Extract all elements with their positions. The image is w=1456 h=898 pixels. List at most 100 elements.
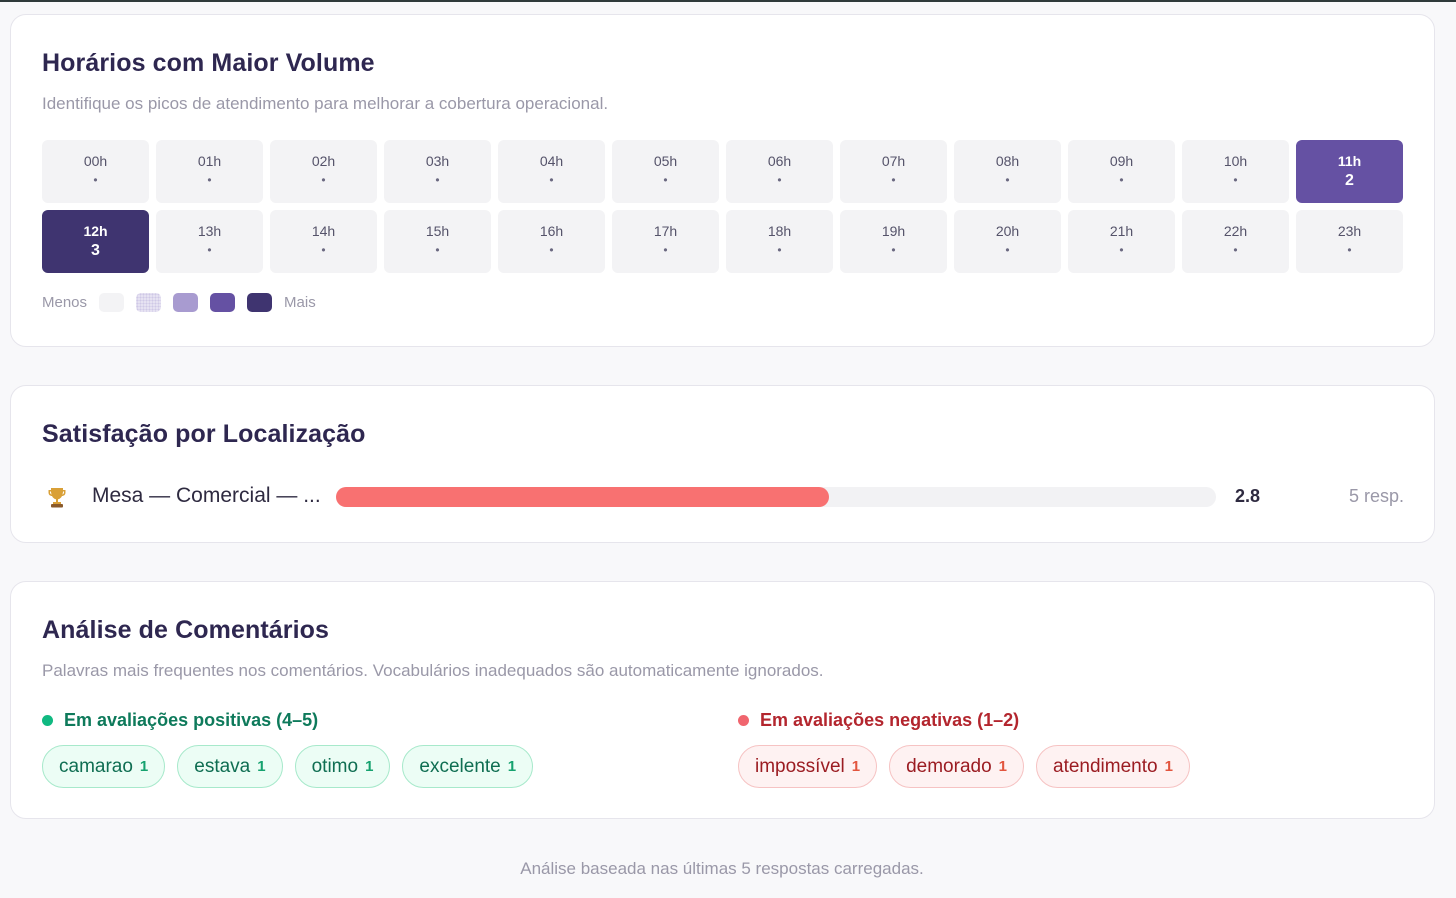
hour-value: • [1005,173,1010,187]
hour-label: 08h [995,153,1020,169]
hour-cell[interactable]: 17h • [612,210,719,273]
positive-word-chip[interactable]: otimo 1 [294,745,391,788]
hour-cell[interactable]: 01h • [156,140,263,203]
hour-label: 11h [1337,153,1362,169]
hours-card: Horários com Maior Volume Identifique os… [10,14,1435,347]
hour-value: • [777,173,782,187]
chip-count: 1 [365,758,374,775]
chip-count: 1 [257,758,266,775]
hour-value: • [1233,173,1238,187]
legend-less-label: Menos [42,294,88,311]
hour-value: • [207,173,212,187]
positive-heading: Em avaliações positivas (4–5) [42,710,318,731]
legend-swatch [173,293,199,312]
negative-word-chips: impossível 1 demorado 1 atendimento 1 [738,745,1190,788]
hour-value: • [891,243,896,257]
chip-word: demorado [906,755,992,777]
legend-swatch [99,293,125,312]
chip-count: 1 [507,758,517,775]
hour-cell[interactable]: 14h • [270,210,377,273]
hour-cell[interactable]: 22h • [1182,210,1289,273]
comments-subtitle: Palavras mais frequentes nos comentários… [42,661,824,680]
chip-word: impossível [755,755,845,777]
positive-word-chip[interactable]: camarao 1 [42,745,166,788]
hour-cell[interactable]: 07h • [840,140,947,203]
hour-value: • [435,173,440,187]
hour-cell[interactable]: 04h • [498,140,605,203]
chip-word: excelente [419,755,501,777]
comments-card: Análise de Comentários Palavras mais fre… [10,581,1435,819]
hour-cell[interactable]: 13h • [156,210,263,273]
hour-value: • [207,243,212,257]
comments-title: Análise de Comentários [42,616,330,644]
satisfaction-bar-track [336,487,1216,507]
hour-cell[interactable]: 06h • [726,140,833,203]
hour-value: • [93,173,98,187]
hour-label: 03h [425,153,450,169]
chip-count: 1 [1164,758,1173,775]
hour-label: 17h [653,223,678,239]
hours-subtitle: Identifique os picos de atendimento para… [42,94,609,113]
hour-cell[interactable]: 03h • [384,140,491,203]
hour-cell[interactable]: 11h 2 [1296,140,1403,203]
hour-label: 20h [995,223,1020,239]
hour-label: 16h [539,223,564,239]
chip-count: 1 [139,758,149,775]
hour-label: 14h [311,223,336,239]
hour-cell[interactable]: 18h • [726,210,833,273]
positive-word-chip[interactable]: excelente 1 [402,745,534,788]
hour-cell[interactable]: 21h • [1068,210,1175,273]
hour-label: 15h [425,223,450,239]
hour-value: • [1119,243,1124,257]
hour-cell[interactable]: 16h • [498,210,605,273]
hour-value: • [891,173,896,187]
positive-word-chips: camarao 1 estava 1 otimo 1 excelente 1 [42,745,534,788]
negative-word-chip[interactable]: demorado 1 [889,745,1024,788]
hour-label: 10h [1223,153,1248,169]
location-responses: 5 resp. [1348,486,1404,506]
hour-cell[interactable]: 02h • [270,140,377,203]
negative-heading-label: Em avaliações negativas (1–2) [760,710,1020,730]
positive-word-chip[interactable]: estava 1 [177,745,283,788]
hour-cell[interactable]: 10h • [1182,140,1289,203]
location-row[interactable]: Mesa — Comercial — ... 2.8 5 resp. [42,482,1404,512]
hour-cell[interactable]: 19h • [840,210,947,273]
negative-heading: Em avaliações negativas (1–2) [738,710,1019,731]
chip-word: atendimento [1053,755,1158,777]
hour-cell[interactable]: 20h • [954,210,1061,273]
hour-value: • [321,173,326,187]
hour-label: 01h [197,153,222,169]
footer-note: Análise baseada nas últimas 5 respostas … [520,859,924,878]
hour-value: • [435,243,440,257]
top-border [0,0,1456,2]
hour-label: 02h [311,153,336,169]
hour-label: 22h [1223,223,1248,239]
hour-label: 00h [83,153,108,169]
negative-word-chip[interactable]: atendimento 1 [1036,745,1190,788]
satisfaction-bar-fill [336,487,829,507]
hour-cell[interactable]: 08h • [954,140,1061,203]
hour-value: • [1347,243,1352,257]
hour-label: 21h [1109,223,1134,239]
hour-value: 3 [91,242,100,259]
hour-label: 04h [539,153,564,169]
location-title: Satisfação por Localização [42,420,366,448]
hour-cell[interactable]: 05h • [612,140,719,203]
chip-word: camarao [59,755,133,777]
hour-label: 07h [881,153,906,169]
hour-cell[interactable]: 12h 3 [42,210,149,273]
hour-cell[interactable]: 15h • [384,210,491,273]
chip-count: 1 [851,758,861,775]
hour-value: • [321,243,326,257]
hour-value: • [1119,173,1124,187]
hours-title: Horários com Maior Volume [42,49,375,77]
hour-cell[interactable]: 23h • [1296,210,1403,273]
negative-word-chip[interactable]: impossível 1 [738,745,878,788]
hour-value: • [777,243,782,257]
hour-value: • [1233,243,1238,257]
hour-label: 05h [653,153,678,169]
hour-cell[interactable]: 09h • [1068,140,1175,203]
hour-value: • [663,243,668,257]
hour-value: • [549,173,554,187]
hour-cell[interactable]: 00h • [42,140,149,203]
